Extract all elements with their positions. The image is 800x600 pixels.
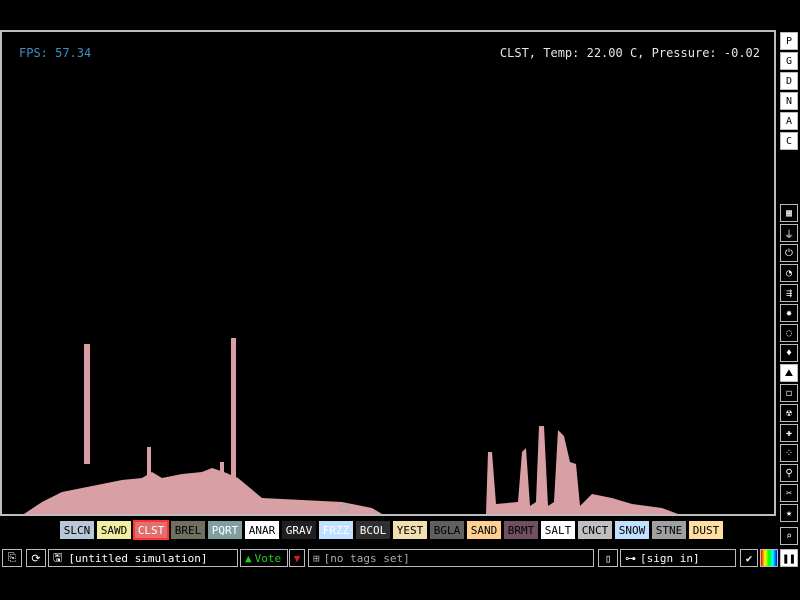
- electronics-icon[interactable]: ⏚: [780, 224, 798, 242]
- toolbar-n-button[interactable]: N: [780, 92, 798, 110]
- vote-label: Vote: [254, 551, 282, 565]
- display-mode-icon[interactable]: [760, 549, 778, 567]
- reload-icon[interactable]: ⟳: [26, 549, 46, 567]
- element-button-sawd[interactable]: SAWD: [97, 521, 131, 539]
- life-icon[interactable]: ⚲: [780, 464, 798, 482]
- sensor-icon[interactable]: ◔: [780, 264, 798, 282]
- special-icon[interactable]: ✚: [780, 424, 798, 442]
- toolbar-c-button[interactable]: C: [780, 132, 798, 150]
- wall-icon[interactable]: ▦: [780, 204, 798, 222]
- sign-in-label: [sign in]: [640, 551, 700, 565]
- tags-button[interactable]: ⊞ [no tags set]: [308, 549, 594, 567]
- vote-up-button[interactable]: ▲ Vote: [240, 549, 288, 567]
- new-simulation-icon[interactable]: ▯: [598, 549, 618, 567]
- gas-icon[interactable]: ◌: [780, 324, 798, 342]
- element-button-brmt[interactable]: BRMT: [504, 521, 538, 539]
- powder-stream-2: [231, 338, 236, 488]
- thumb-up-icon: ▲: [245, 551, 252, 565]
- power-icon[interactable]: ⏻: [780, 244, 798, 262]
- vote-down-button[interactable]: ▼: [289, 549, 305, 567]
- element-button-bgla[interactable]: BGLA: [430, 521, 464, 539]
- powder-icon[interactable]: ⛰: [780, 364, 798, 382]
- tools-icon[interactable]: ✂: [780, 484, 798, 502]
- particles-icon[interactable]: ⁘: [780, 444, 798, 462]
- powder-stream-4: [220, 462, 224, 482]
- element-button-snow[interactable]: SNOW: [615, 521, 649, 539]
- tag-icon: ⊞: [313, 551, 320, 565]
- particle-canvas[interactable]: [2, 32, 774, 514]
- key-icon: ⊶: [625, 551, 636, 565]
- liquid-icon[interactable]: ♦: [780, 344, 798, 362]
- pause-icon[interactable]: ❚❚: [780, 549, 798, 567]
- powder-pile-right: [486, 426, 678, 514]
- toolbar-a-button[interactable]: A: [780, 112, 798, 130]
- element-button-slcn[interactable]: SLCN: [60, 521, 94, 539]
- tags-label: [no tags set]: [323, 551, 410, 565]
- fps-counter: FPS: 57.34: [19, 46, 92, 60]
- radioactive-icon[interactable]: ☢: [780, 404, 798, 422]
- solid-icon[interactable]: ◻: [780, 384, 798, 402]
- force-icon[interactable]: ⇶: [780, 284, 798, 302]
- element-button-clst[interactable]: CLST: [133, 520, 169, 540]
- element-button-stne[interactable]: STNE: [652, 521, 686, 539]
- powder-pile-left: [24, 468, 382, 514]
- element-button-bcol[interactable]: BCOL: [356, 521, 390, 539]
- toolbar-d-button[interactable]: D: [780, 72, 798, 90]
- powder-stream-3: [147, 447, 151, 477]
- element-button-sand[interactable]: SAND: [467, 521, 501, 539]
- element-button-pqrt[interactable]: PQRT: [208, 521, 242, 539]
- element-button-grav[interactable]: GRAV: [282, 521, 316, 539]
- sign-in-button[interactable]: ⊶ [sign in]: [620, 549, 736, 567]
- element-button-dust[interactable]: DUST: [689, 521, 723, 539]
- open-icon[interactable]: ⎘: [2, 549, 22, 567]
- element-button-anar[interactable]: ANAR: [245, 521, 279, 539]
- element-button-cnct[interactable]: CNCT: [578, 521, 612, 539]
- element-button-brel[interactable]: BREL: [171, 521, 205, 539]
- element-button-salt[interactable]: SALT: [541, 521, 575, 539]
- toolbar-g-button[interactable]: G: [780, 52, 798, 70]
- favorites-icon[interactable]: ★: [780, 504, 798, 522]
- save-icon: 🖫: [53, 550, 63, 564]
- powder-stream-1: [84, 344, 90, 464]
- settings-icon[interactable]: ✔: [740, 549, 758, 567]
- search-icon[interactable]: ⌕: [780, 527, 798, 545]
- element-palette: SLCN SAWD CLST BREL PQRT ANAR GRAV FRZZ BCOL YEST…: [60, 520, 723, 541]
- toolbar-p-button[interactable]: P: [780, 32, 798, 50]
- element-button-frzz[interactable]: FRZZ: [319, 521, 353, 539]
- cursor-info: CLST, Temp: 22.00 C, Pressure: -0.02: [499, 46, 760, 60]
- explosives-icon[interactable]: ✸: [780, 304, 798, 322]
- element-button-yest[interactable]: YEST: [393, 521, 427, 539]
- save-title: [untitled simulation]: [68, 551, 208, 565]
- save-title-button[interactable]: 🖫 [untitled simulation]: [48, 549, 238, 567]
